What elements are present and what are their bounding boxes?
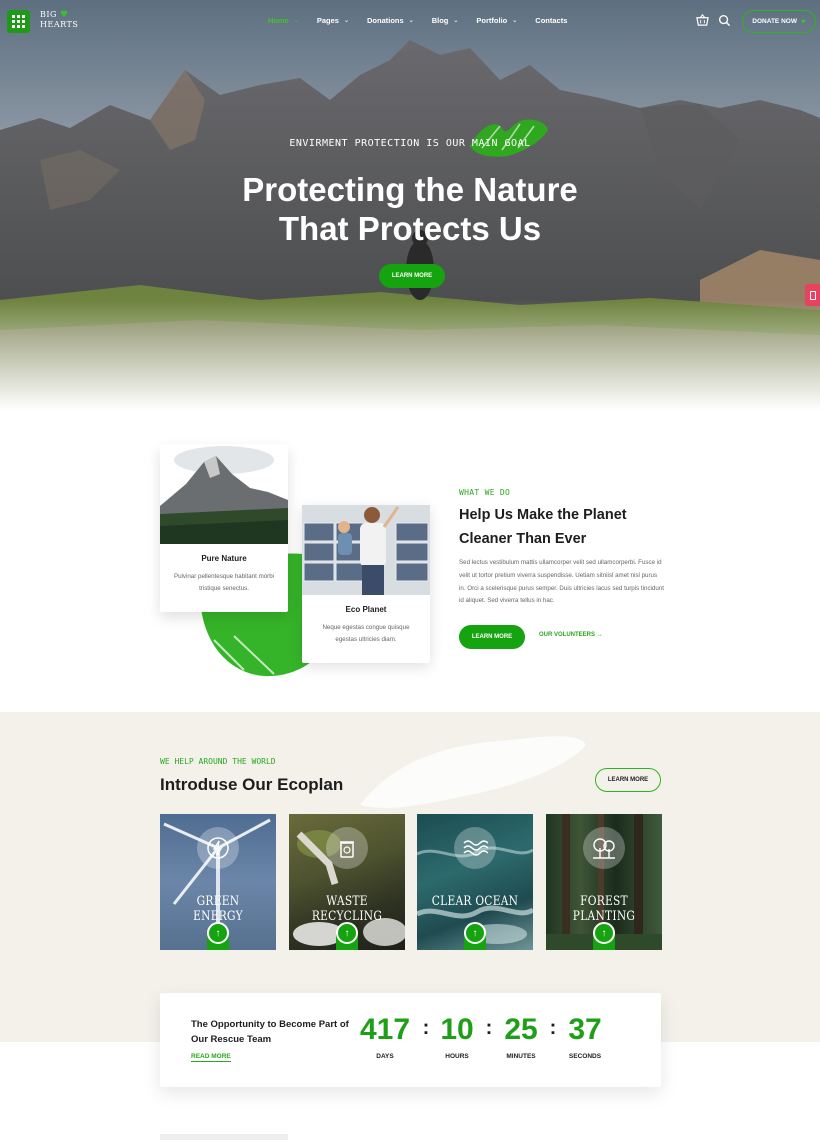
hero-learn-more-button[interactable]: LEARN MORE xyxy=(379,264,445,288)
next-section-card-edge xyxy=(160,1134,288,1140)
chevron-down-icon: ⌄ xyxy=(512,18,518,24)
heart-icon: ♥ xyxy=(800,17,806,26)
logo-heart-icon: ♥ xyxy=(59,10,69,20)
card-title: Pure Nature xyxy=(201,554,247,563)
donate-now-button[interactable]: DONATE NOW ♥ xyxy=(742,10,816,33)
background-brush-stroke xyxy=(360,736,586,808)
what-we-do-body: Sed lectus vestibulum mattis ullamcorper… xyxy=(459,559,664,605)
what-we-do-title: Help Us Make the Planet Cleaner Than Eve… xyxy=(459,507,627,547)
tile-label: Clear Ocean xyxy=(431,894,519,909)
card-text: Pulvinar pellentesque habitant morbi tri… xyxy=(173,573,275,592)
tile-waste-recycling[interactable]: Waste Recycling ↑ xyxy=(289,814,405,950)
chevron-down-icon: ⌄ xyxy=(343,18,350,24)
side-panel-tab[interactable] xyxy=(805,284,820,306)
what-we-do-learn-more-button[interactable]: LEARN MORE xyxy=(459,625,525,649)
lightning-icon xyxy=(197,827,239,869)
logo[interactable]: BIG ♥ HEARTS xyxy=(40,10,78,30)
mountain-image xyxy=(160,444,288,544)
arrow-up-icon[interactable]: ↑ xyxy=(207,922,229,944)
card-title: Eco Planet xyxy=(345,605,387,614)
tile-clear-ocean[interactable]: Clear Ocean ↑ xyxy=(417,814,533,950)
logo-line2: HEARTS xyxy=(40,20,79,29)
countdown-days: 417 xyxy=(359,1013,411,1046)
arrow-up-icon[interactable]: ↑ xyxy=(336,922,358,944)
nav-item-donations[interactable]: Donations ⌄ xyxy=(367,16,414,25)
nav-item-home[interactable]: Home ⌄ xyxy=(268,16,299,25)
solar-panel-family-image xyxy=(302,505,430,595)
nav-item-pages[interactable]: Pages ⌄ xyxy=(317,16,349,25)
main-nav: Home ⌄ Pages ⌄ Donations ⌄ Blog ⌄ Portfolio ⌄… xyxy=(268,16,585,25)
cart-icon[interactable] xyxy=(696,14,709,27)
countdown-text: The Opportunity to Become Part of Our Re… xyxy=(191,1019,349,1045)
search-icon[interactable] xyxy=(718,14,731,27)
hero-title: Protecting the Nature That Protects Us xyxy=(242,171,578,247)
nav-item-portfolio[interactable]: Portfolio ⌄ xyxy=(476,16,517,25)
arrow-up-icon[interactable]: ↑ xyxy=(593,922,615,944)
card-text: Neque egestas congue quisque egestas ult… xyxy=(322,624,410,643)
tile-label: Green Energy xyxy=(193,894,243,924)
menu-grid-button[interactable] xyxy=(7,10,30,33)
nav-item-contacts[interactable]: Contacts xyxy=(535,16,567,25)
ecoplan-title: Introduse Our Ecoplan xyxy=(160,775,344,794)
card-pure-nature[interactable]: Pure Nature Pulvinar pellentesque habita… xyxy=(160,444,288,612)
book-icon xyxy=(809,290,816,300)
tile-label: Forest Planting xyxy=(572,894,636,924)
card-eco-planet[interactable]: Eco Planet Neque egestas congue quisque … xyxy=(302,505,430,663)
chevron-down-icon: ⌄ xyxy=(293,18,299,24)
top-navigation: BIG ♥ HEARTS Home ⌄ Pages ⌄ Donations ⌄ Blo… xyxy=(0,0,820,44)
tile-green-energy[interactable]: Green Energy ↑ xyxy=(160,814,276,950)
hero-section: BIG ♥ HEARTS Home ⌄ Pages ⌄ Donations ⌄ Blo… xyxy=(0,0,820,410)
countdown-hours: 10 xyxy=(440,1013,474,1046)
chevron-down-icon: ⌄ xyxy=(408,18,414,24)
nav-item-blog[interactable]: Blog ⌄ xyxy=(432,16,459,25)
menu-grid-icon xyxy=(12,15,25,28)
ecoplan-kicker: WE HELP AROUND THE WORLD xyxy=(160,757,276,766)
read-more-link[interactable]: READ MORE xyxy=(191,1053,231,1062)
ecoplan-learn-more-button[interactable]: LEARN MORE xyxy=(595,768,661,792)
countdown-seconds-label: SECONDS xyxy=(568,1053,602,1060)
countdown-hours-label: HOURS xyxy=(445,1053,469,1060)
countdown-minutes: 25 xyxy=(504,1013,538,1046)
waves-icon xyxy=(454,827,496,869)
tile-label: Waste Recycling xyxy=(311,894,383,924)
countdown-days-label: DAYS xyxy=(376,1053,394,1060)
arrow-up-icon[interactable]: ↑ xyxy=(464,922,486,944)
trees-icon xyxy=(583,827,625,869)
logo-line1: BIG xyxy=(40,10,57,19)
our-volunteers-link[interactable]: OUR VOLUNTEERS → xyxy=(539,632,603,638)
trash-bin-icon xyxy=(326,827,368,869)
tile-forest-planting[interactable]: Forest Planting ↑ xyxy=(546,814,662,950)
countdown-minutes-label: MINUTES xyxy=(506,1053,536,1060)
countdown-seconds: 37 xyxy=(568,1013,602,1046)
what-we-do-kicker: WHAT WE DO xyxy=(459,488,511,497)
arrow-right-icon: → xyxy=(596,632,603,638)
chevron-down-icon: ⌄ xyxy=(453,18,459,24)
hero-kicker: Envirment protection is our main goal xyxy=(289,138,531,149)
